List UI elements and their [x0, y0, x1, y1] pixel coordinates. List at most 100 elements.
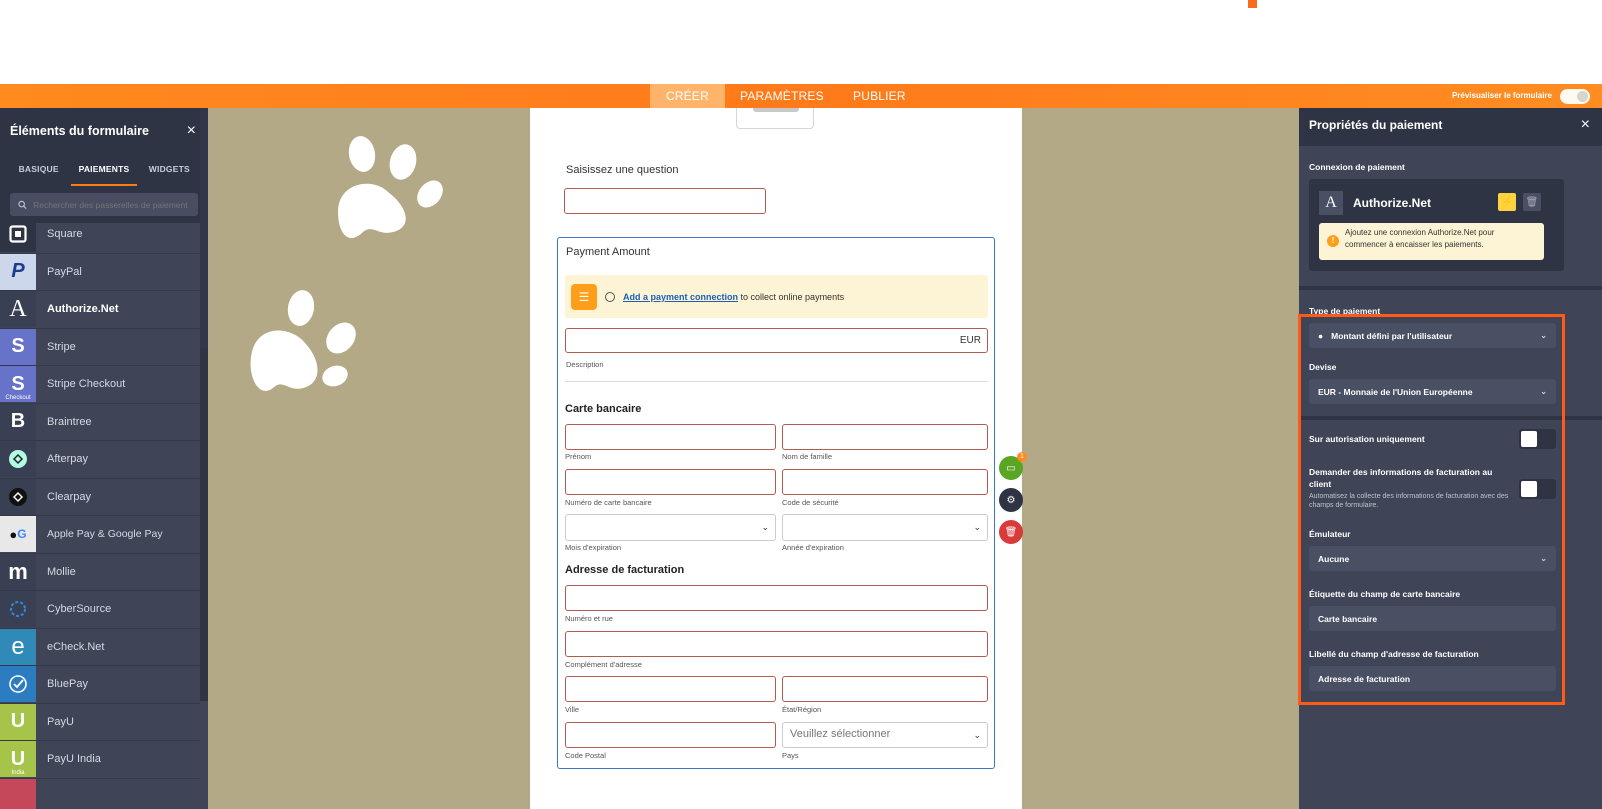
gateway-label: CyberSource [47, 603, 112, 616]
billing-info-label: Demander des informations de facturation… [1309, 467, 1493, 489]
gateway-item-bluepay[interactable]: BluePay [0, 666, 200, 704]
element-tabs: BASIQUE PAIEMENTS WIDGETS [0, 154, 208, 186]
payment-title: Payment Amount [566, 246, 650, 258]
billing-info-description: Automatisez la collecte des informations… [1309, 493, 1509, 509]
gateway-item-echeck[interactable]: e eCheck.Net [0, 628, 200, 666]
delete-button[interactable]: 🗑 [999, 520, 1023, 544]
tab-widgets[interactable]: WIDGETS [137, 154, 202, 186]
first-name-input[interactable] [565, 424, 776, 450]
billing-field-value: Adresse de facturation [1318, 673, 1411, 684]
gateway-label: BluePay [47, 678, 88, 691]
mollie-icon: m [0, 553, 36, 590]
street-label: Numéro et rue [565, 614, 613, 623]
trash-icon[interactable]: 🗑 [1523, 193, 1541, 211]
search-icon [18, 200, 27, 209]
gateway-label: Apple Pay & Google Pay [47, 527, 163, 540]
gateway-label: eCheck.Net [47, 640, 105, 653]
paw-print-decoration [338, 136, 443, 239]
gateway-item-cybersource[interactable]: CyberSource [0, 591, 200, 629]
question-input[interactable] [564, 188, 766, 214]
amount-input[interactable]: EUR [565, 328, 988, 353]
expiration-year-select[interactable]: ⌄ [782, 514, 988, 541]
payu-india-icon: U India [0, 741, 36, 778]
zip-input[interactable] [565, 722, 776, 748]
currency-label: Devise [1309, 362, 1337, 372]
emulator-select[interactable]: Aucune ⌄ [1309, 546, 1556, 571]
auth-only-label: Sur autorisation uniquement [1309, 434, 1425, 444]
connection-name: Authorize.Net [1353, 196, 1431, 210]
form-canvas: Saisissez une question Payment Amount ☰ … [208, 108, 1299, 809]
payment-type-label: Type de paiement [1309, 306, 1381, 316]
address2-input[interactable] [565, 631, 988, 657]
gateway-item-mollie[interactable]: m Mollie [0, 553, 200, 591]
previous-element-stub[interactable] [736, 108, 814, 129]
left-panel-scrollbar-thumb[interactable] [200, 108, 208, 348]
expiration-year-label: Année d'expiration [782, 543, 844, 552]
gateway-item-partial[interactable] [0, 778, 200, 809]
gateway-item-stripe[interactable]: S Stripe [0, 328, 200, 366]
security-code-input[interactable] [782, 469, 988, 495]
gateway-item-square[interactable]: Square [0, 216, 200, 254]
payment-type-select[interactable]: ● Montant défini par l'utilisateur ⌄ [1309, 323, 1556, 348]
currency-select[interactable]: EUR - Monnaie de l'Union Européenne ⌄ [1309, 379, 1556, 404]
gateway-label: Stripe [47, 340, 76, 353]
add-payment-connection-link[interactable]: Add a payment connection [623, 292, 738, 302]
form-elements-header: Éléments du formulaire × [0, 108, 208, 154]
properties-button[interactable]: ⚙ [999, 488, 1023, 512]
card-field-input[interactable]: Carte bancaire [1309, 606, 1556, 631]
gateway-item-payu-india[interactable]: U India PayU India [0, 741, 200, 779]
payment-connection-notice: ☰ Add a payment connection to collect on… [565, 275, 988, 318]
last-name-label: Nom de famille [782, 452, 833, 461]
divider [1299, 416, 1602, 420]
gateway-item-payu[interactable]: U PayU [0, 703, 200, 741]
payment-settings-button[interactable]: ▭ 1 [999, 452, 1027, 480]
card-number-input[interactable] [565, 469, 776, 495]
gateway-item-clearpay[interactable]: Clearpay [0, 478, 200, 516]
billing-info-toggle[interactable] [1519, 479, 1556, 499]
tab-publish[interactable]: PUBLIER [853, 84, 906, 108]
close-icon[interactable]: × [1581, 116, 1590, 134]
top-navbar: CRÉER PARAMÈTRES PUBLIER Prévisualiser l… [0, 84, 1602, 108]
list-icon: ☰ [571, 283, 597, 310]
auth-only-toggle[interactable] [1519, 429, 1556, 449]
city-input[interactable] [565, 676, 776, 702]
tab-create[interactable]: CRÉER [650, 84, 726, 108]
gateway-item-braintree[interactable]: B Braintree [0, 403, 200, 441]
gateway-item-afterpay[interactable]: Afterpay [0, 441, 200, 479]
close-icon[interactable]: × [187, 122, 196, 140]
gateway-item-authorize-net[interactable]: A Authorize.Net [0, 291, 200, 329]
gateway-label: Clearpay [47, 490, 92, 503]
coins-icon: ● [1318, 330, 1324, 341]
tab-basic[interactable]: BASIQUE [6, 154, 71, 186]
billing-field-label: Libellé du champ d'adresse de facturatio… [1309, 649, 1479, 659]
chevron-down-icon: ⌄ [1540, 387, 1547, 396]
country-select[interactable]: Veuillez sélectionner ⌄ [782, 722, 988, 748]
tab-payments[interactable]: PAIEMENTS [71, 154, 137, 186]
description-label: Description [566, 360, 604, 369]
street-input[interactable] [565, 585, 988, 611]
authorize-net-icon: A [0, 291, 36, 328]
gateway-search-input[interactable] [33, 199, 190, 210]
card-field-value: Carte bancaire [1318, 613, 1378, 624]
app-root: CRÉER PARAMÈTRES PUBLIER Prévisualiser l… [0, 0, 1602, 809]
last-name-input[interactable] [782, 424, 988, 450]
tab-settings[interactable]: PARAMÈTRES [740, 84, 824, 108]
gateway-item-paypal[interactable]: P PayPal [0, 253, 200, 291]
plug-icon[interactable]: ⚡ [1498, 193, 1516, 211]
element-actions: ▭ 1 ⚙ 🗑 [999, 452, 1027, 552]
question-label[interactable]: Saisissez une question [566, 164, 679, 176]
payu-icon: U [0, 703, 36, 740]
payment-element[interactable]: Payment Amount ☰ Add a payment connectio… [557, 237, 995, 769]
divider [1299, 142, 1602, 146]
security-code-label: Code de sécurité [782, 498, 839, 507]
stripe-checkout-icon: S Checkout [0, 366, 36, 403]
preview-toggle[interactable] [1560, 89, 1590, 104]
state-input[interactable] [782, 676, 988, 702]
first-name-label: Prénom [565, 452, 592, 461]
divider [565, 381, 988, 382]
payment-connection-card: A Authorize.Net ⚡ 🗑 Ajoutez une connexio… [1309, 179, 1564, 271]
expiration-month-select[interactable]: ⌄ [565, 514, 776, 541]
gateway-item-stripe-checkout[interactable]: S Checkout Stripe Checkout [0, 366, 200, 404]
billing-field-input[interactable]: Adresse de facturation [1309, 666, 1556, 691]
gateway-item-apple-google-pay[interactable]: ● G Apple Pay & Google Pay [0, 516, 200, 554]
